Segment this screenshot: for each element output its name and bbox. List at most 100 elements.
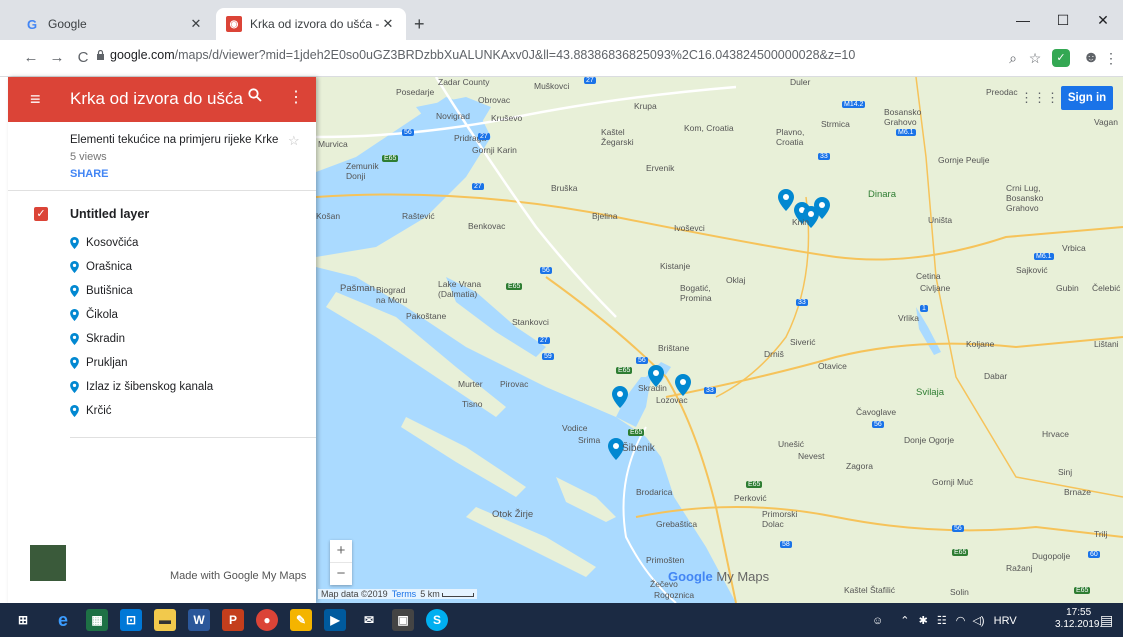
basemap-thumbnail[interactable] [30,545,66,581]
minimize-button[interactable]: — [1003,6,1043,34]
close-icon[interactable]: ✕ [188,16,204,32]
map-label: Lozovac [656,395,688,405]
map-label: Pirovac [500,379,529,389]
map-description: Elementi tekućice na primjeru rijeke Krk… [70,134,279,146]
windows-icon[interactable]: ⊞ [12,609,34,631]
store-icon[interactable]: ⊡ [120,609,142,631]
outlook-icon[interactable]: P [222,609,244,631]
route-shield: 60 [1088,551,1100,558]
bluetooth-icon[interactable]: ✱ [919,615,928,627]
map-marker-kosovcica[interactable] [778,189,794,214]
network-icon[interactable]: ☷ [937,615,947,627]
map-label: Vagan [1094,117,1118,127]
word-icon[interactable]: W [188,609,210,631]
chevron-up-icon[interactable]: ⌃ [900,615,909,627]
list-item[interactable]: Kosovčića [70,234,138,252]
apps-grid-icon[interactable]: ⋮⋮⋮ [1020,90,1059,106]
zoom-control: + − [330,540,352,585]
layer-checkbox[interactable]: ✓ [34,207,48,221]
route-shield: 59 [542,353,554,360]
route-shield: 33 [818,153,830,160]
edge-icon[interactable]: e [52,609,74,631]
media-icon[interactable]: ▶ [324,609,346,631]
map-label: Novigrad [436,111,471,121]
explorer-icon[interactable]: ▬ [154,609,176,631]
mail-icon[interactable]: ✉ [358,609,380,631]
more-icon[interactable]: ⋮ [1100,47,1122,69]
maximize-button[interactable]: ☐ [1043,6,1083,34]
map-label: Kaštel Žegarski [601,127,634,147]
close-icon[interactable]: ✕ [380,16,396,32]
map-pin-icon [70,357,79,369]
tab-google[interactable]: G Google ✕ [14,8,214,40]
map-pin-icon [70,381,79,393]
zoom-out-button[interactable]: − [330,562,352,585]
my-maps-icon: ◉ [226,16,242,32]
people-icon[interactable]: ☺ [872,615,883,627]
list-item-label: Čikola [86,309,118,321]
route-shield: 56 [636,357,648,364]
zoom-in-button[interactable]: + [330,540,352,562]
terms-link[interactable]: Terms [392,589,417,599]
address-bar[interactable]: google.com/maps/d/viewer?mid=1jdeh2E0so0… [110,48,855,62]
share-button[interactable]: SHARE [70,168,109,180]
map-label: Plavno, Croatia [776,127,805,147]
new-tab-button[interactable]: + [414,14,425,35]
map-label: Krupa [634,101,657,111]
map-label: Ražanj [1006,563,1033,573]
skype-icon[interactable]: S [426,609,448,631]
map-label: Stankovci [512,317,549,327]
search-icon[interactable] [248,88,262,107]
star-icon[interactable]: ☆ [1024,47,1046,69]
wifi-icon[interactable]: ◠ [956,615,966,627]
language-indicator[interactable]: HRV [994,615,1017,627]
map-label: Siverić [790,337,816,347]
star-icon[interactable]: ☆ [288,133,300,149]
divider [70,437,316,438]
app-icon[interactable]: ▣ [392,609,414,631]
map-pin-icon [70,309,79,321]
list-item[interactable]: Prukljan [70,354,128,372]
tab-my-maps[interactable]: ◉ Krka od izvora do ušća - Google ✕ [216,8,406,40]
paint-icon[interactable]: ✎ [290,609,312,631]
zoom-icon[interactable]: ⌕ [1002,47,1024,69]
tab-title: Google [48,17,87,31]
route-shield: 58 [780,541,792,548]
route-shield: M14.2 [842,101,866,108]
notification-icon[interactable]: ▤ [1100,612,1113,629]
map-label: Ivoševci [674,223,705,233]
map-label: Bogatić, Promina [680,283,712,303]
menu-icon[interactable]: ≡ [30,89,41,110]
list-item[interactable]: Krčić [70,402,112,420]
sheets-icon[interactable]: ▦ [86,609,108,631]
map-label: Crni Lug, Bosansko Grahovo [1006,183,1044,213]
more-vert-icon[interactable]: ⋮ [288,87,304,107]
profile-icon[interactable]: ☻ [1080,47,1102,69]
forward-icon[interactable]: → [46,46,68,70]
layer-name[interactable]: Untitled layer [70,207,149,221]
list-item[interactable]: Izlaz iz šibenskog kanala [70,378,213,396]
map-label: Grebaštica [656,519,698,529]
clock[interactable]: 17:55 3.12.2019. [1055,607,1102,631]
list-item[interactable]: Orašnica [70,258,132,276]
scale-label[interactable]: 5 km [420,589,440,599]
map-label: Solin [950,587,969,597]
map-marker-krcic[interactable] [814,197,830,222]
list-item[interactable]: Butišnica [70,282,133,300]
route-shield: 33 [796,299,808,306]
close-window-button[interactable]: ✕ [1083,6,1123,34]
list-item[interactable]: Skradin [70,330,125,348]
map-label: Kaštel Štafilić [844,585,896,595]
map-label: Primorski Dolac [762,509,798,529]
reload-icon[interactable]: C [72,46,94,70]
extension-icon[interactable]: ✓ [1052,49,1070,67]
list-item[interactable]: Čikola [70,306,118,324]
map-marker-prukljan[interactable] [612,386,628,411]
volume-icon[interactable]: ◁) [972,615,984,627]
map-canvas[interactable]: Zadar County Posedarje Obrovac Muškovci … [316,77,1123,603]
chrome-icon[interactable]: ● [256,609,278,631]
map-label: Otavice [818,361,847,371]
back-icon[interactable]: ← [20,46,42,70]
map-label: Murvica [318,139,348,149]
sign-in-button[interactable]: Sign in [1061,86,1113,110]
